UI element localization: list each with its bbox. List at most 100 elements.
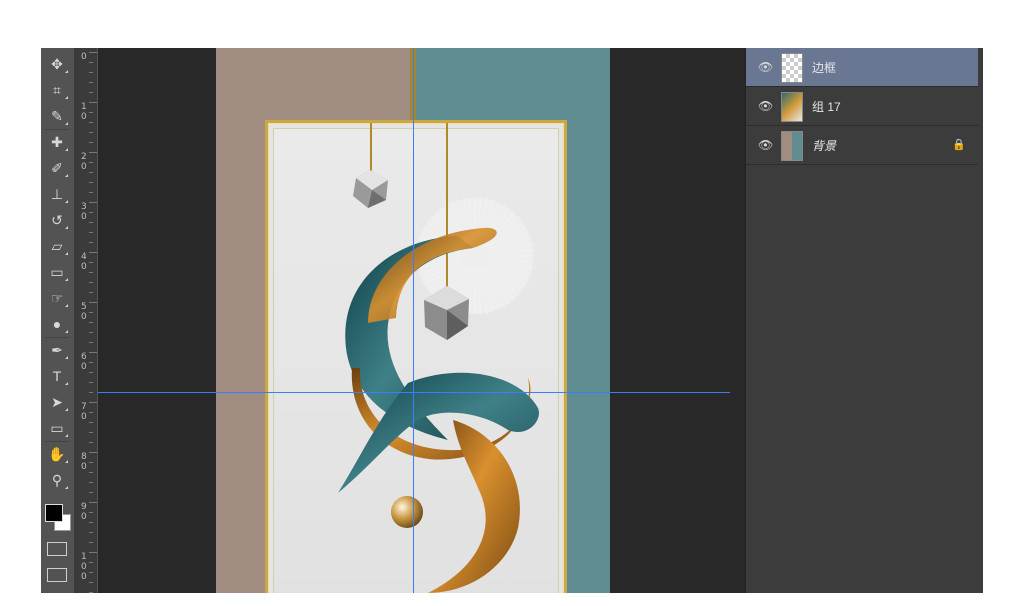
crop-icon: ⌗ <box>53 82 61 98</box>
hand-tool[interactable]: ✋ <box>46 444 68 464</box>
brush-tool[interactable]: ✐ <box>46 158 68 178</box>
pen-icon: ✒ <box>51 342 63 358</box>
layers-panel: 👁 边框 👁 组 17 👁 背景 🔒 <box>745 48 983 593</box>
clone-stamp-tool[interactable]: ⊥ <box>46 184 68 204</box>
move-icon: ✥ <box>51 56 63 72</box>
tool-flyout-indicator <box>65 226 68 229</box>
smudge-tool[interactable]: ☞ <box>46 288 68 308</box>
ruler-tick <box>89 152 97 153</box>
layer-row[interactable]: 👁 组 17 <box>746 87 978 126</box>
ruler-tick <box>89 192 93 193</box>
layer-row[interactable]: 👁 边框 <box>746 48 978 87</box>
ruler-tick <box>89 452 97 453</box>
tool-flyout-indicator <box>65 382 68 385</box>
eyedropper-tool[interactable]: ✎ <box>46 106 68 126</box>
gradient-icon: ▭ <box>50 264 64 280</box>
toolbar-separator <box>45 337 69 338</box>
tool-flyout-indicator <box>65 174 68 177</box>
ruler-tick <box>89 582 93 583</box>
lock-icon: 🔒 <box>952 139 966 151</box>
zoom-tool[interactable]: ⚲ <box>46 470 68 490</box>
horizontal-guide[interactable] <box>98 392 730 393</box>
ruler-label: 1 0 0 <box>81 552 87 582</box>
zoom-icon: ⚲ <box>51 472 63 488</box>
ruler-tick <box>89 512 93 513</box>
ruler-label: 9 0 <box>81 502 87 522</box>
ruler-tick <box>89 62 93 63</box>
screen-mode-button[interactable] <box>47 568 67 582</box>
ruler-tick <box>89 432 93 433</box>
document-canvas[interactable] <box>98 48 730 593</box>
brush-icon: ✐ <box>51 160 63 176</box>
rectangle-tool[interactable]: ▭ <box>46 418 68 438</box>
ruler-tick <box>89 262 93 263</box>
ruler-tick <box>89 252 97 253</box>
ruler-tick <box>89 272 93 273</box>
ruler-label: 2 0 <box>81 152 87 172</box>
eraser-tool[interactable]: ▱ <box>46 236 68 256</box>
layer-thumbnail <box>781 53 803 83</box>
path-selection-icon: ➤ <box>51 394 63 410</box>
tool-flyout-indicator <box>65 200 68 203</box>
gradient-tool[interactable]: ▭ <box>46 262 68 282</box>
ruler-tick <box>89 162 93 163</box>
tool-flyout-indicator <box>65 148 68 151</box>
foreground-color-swatch[interactable] <box>45 504 63 522</box>
tool-flyout-indicator <box>65 122 68 125</box>
toolbar-separator <box>45 441 69 442</box>
visibility-eye-icon[interactable]: 👁 <box>758 138 773 152</box>
text-tool[interactable]: T <box>46 366 68 386</box>
small-gem-pendant <box>353 170 388 208</box>
ruler-tick <box>89 562 93 563</box>
ruler-tick <box>89 302 97 303</box>
eyedropper-icon: ✎ <box>51 108 63 124</box>
ruler-tick <box>89 292 93 293</box>
tool-flyout-indicator <box>65 486 68 489</box>
layer-row[interactable]: 👁 背景 🔒 <box>746 126 978 165</box>
layer-name: 背景 <box>812 139 837 153</box>
clone-stamp-icon: ⊥ <box>50 186 64 202</box>
pen-tool[interactable]: ✒ <box>46 340 68 360</box>
ruler-tick <box>89 352 97 353</box>
visibility-eye-icon[interactable]: 👁 <box>758 99 773 113</box>
rectangle-icon: ▭ <box>50 420 64 436</box>
tools-panel: ✥ ⌗ ✎ ✚ ✐ ⊥ ↺ ▱ ▭ ☞ ● ✒ T ➤ ▭ ✋ ⚲ <box>41 48 75 593</box>
path-selection-tool[interactable]: ➤ <box>46 392 68 412</box>
ruler-label: 8 0 <box>81 452 87 472</box>
quick-mask-button[interactable] <box>47 542 67 556</box>
ruler-tick <box>89 92 93 93</box>
tool-flyout-indicator <box>65 96 68 99</box>
ruler-tick <box>89 82 93 83</box>
ruler-label: 6 0 <box>81 352 87 372</box>
pearl-ornament <box>391 496 423 528</box>
crop-tool[interactable]: ⌗ <box>46 80 68 100</box>
ruler-tick <box>89 132 93 133</box>
ruler-tick <box>89 332 93 333</box>
ruler-tick <box>89 362 93 363</box>
ruler-tick <box>89 212 93 213</box>
ruler-tick <box>89 72 93 73</box>
layer-name: 边框 <box>812 61 837 75</box>
move-tool[interactable]: ✥ <box>46 54 68 74</box>
toolbar-separator <box>45 129 69 130</box>
tool-flyout-indicator <box>65 434 68 437</box>
ruler-label: 3 0 <box>81 202 87 222</box>
ruler-tick <box>89 142 93 143</box>
vertical-guide[interactable] <box>413 48 414 593</box>
visibility-eye-icon[interactable]: 👁 <box>758 60 773 74</box>
dodge-tool[interactable]: ● <box>46 314 68 334</box>
ruler-label: 1 0 <box>81 102 87 122</box>
ruler-tick <box>89 522 93 523</box>
tool-flyout-indicator <box>65 304 68 307</box>
tool-flyout-indicator <box>65 408 68 411</box>
ruler-tick <box>89 112 93 113</box>
ruler-tick <box>89 532 93 533</box>
ruler-label: 7 0 <box>81 402 87 422</box>
healing-brush-tool[interactable]: ✚ <box>46 132 68 152</box>
ruler-tick <box>89 442 93 443</box>
ruler-tick <box>89 412 93 413</box>
ruler-label: 0 <box>81 52 87 62</box>
ruler-tick <box>89 542 93 543</box>
history-brush-tool[interactable]: ↺ <box>46 210 68 230</box>
vertical-ruler: 0 1 0 2 0 3 0 4 0 5 0 6 0 7 0 8 0 9 0 1 0 0 <box>75 48 98 593</box>
